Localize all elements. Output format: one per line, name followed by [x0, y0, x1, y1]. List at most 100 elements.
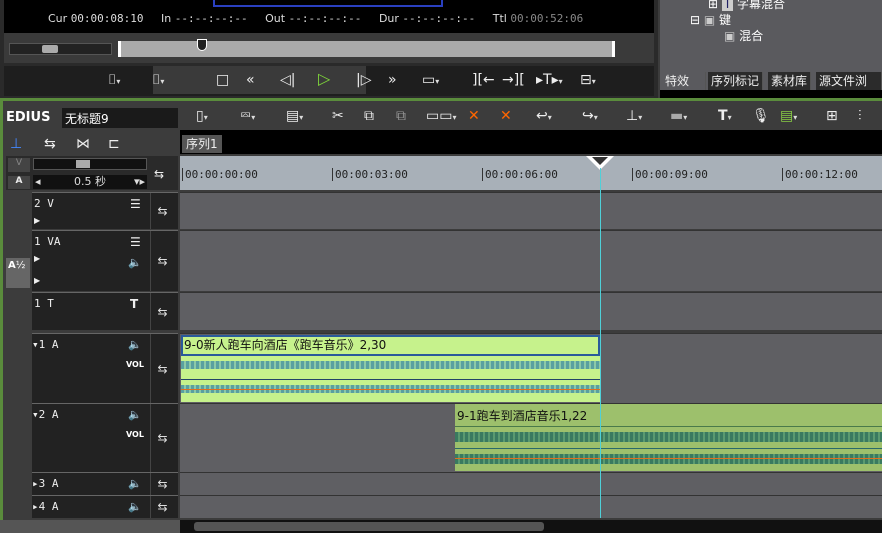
tab-sequence-markers[interactable]: 序列标记	[708, 72, 764, 90]
track-sync-icon[interactable]: ⇆	[154, 166, 164, 182]
horizontal-scrollbar[interactable]	[180, 520, 882, 533]
save-icon[interactable]: ▤▾	[286, 108, 303, 126]
timeline-ruler[interactable]: 00:00:00:00 00:00:03:00 00:00:06:00 00:00:0…	[180, 156, 882, 190]
volume-line[interactable]	[455, 458, 882, 459]
volume-line[interactable]	[181, 389, 600, 390]
track-header[interactable]: ▸4 A 🔈 ⇆	[32, 495, 178, 518]
track-lane[interactable]	[180, 472, 882, 495]
mixer-mode-icon[interactable]: ⋈	[76, 136, 90, 152]
rewind-icon[interactable]: «	[246, 72, 255, 88]
insert-icon[interactable]: ][←	[472, 72, 495, 88]
zoom-slider[interactable]	[33, 158, 147, 170]
track-sync-icon[interactable]: ⇆	[150, 231, 174, 291]
video-icon[interactable]: ☰	[130, 196, 141, 212]
track-lane[interactable]	[180, 292, 882, 330]
track-header[interactable]: ▾2 A 🔈 VOL ⇆	[32, 403, 178, 472]
stop-icon[interactable]: □	[216, 72, 229, 88]
audio-patch-icon: A	[8, 176, 30, 189]
expand-icon[interactable]: ▶	[34, 213, 40, 229]
speaker-icon[interactable]: 🔈	[128, 255, 142, 271]
track-lane[interactable]	[180, 230, 882, 291]
sync-mode-icon[interactable]: ⊥	[10, 136, 22, 152]
fast-forward-icon[interactable]: »	[388, 72, 397, 88]
speaker-icon[interactable]: 🔈	[128, 499, 142, 515]
replace-icon[interactable]: ▭▭▾	[426, 108, 456, 126]
ruler-label: 00:00:09:00	[632, 168, 708, 181]
shuttle-slider[interactable]	[9, 43, 112, 55]
tab-sequence[interactable]: 序列1	[182, 135, 222, 153]
track-header[interactable]: ▸3 A 🔈 ⇆	[32, 472, 178, 495]
tab-effects[interactable]: 特效	[662, 72, 706, 90]
track-header[interactable]: 1 T T ⇆	[32, 292, 178, 330]
track-sync-icon[interactable]: ⇆	[150, 473, 174, 495]
step-back-icon[interactable]: ◁|	[280, 72, 295, 88]
new-sequence-icon[interactable]: ▯▾	[196, 108, 208, 126]
project-title-field[interactable]: 无标题9	[62, 108, 178, 128]
step-forward-icon[interactable]: |▷	[356, 72, 371, 88]
effects-panel: ⊞ T 字幕混合 ⊟ ▣ 键 ▣ 混合 特效 序列标记 素材库 源文件浏览	[660, 0, 882, 98]
speaker-icon[interactable]: 🔈	[128, 337, 142, 353]
audio-patch-a12[interactable]: A½	[6, 258, 30, 288]
play-icon[interactable]: ▷	[318, 71, 330, 87]
ripple-mode-icon[interactable]: ⇆	[44, 136, 56, 152]
scrub-bar[interactable]	[118, 41, 615, 57]
vol-label[interactable]: VOL	[126, 430, 144, 439]
ruler-label: 00:00:03:00	[332, 168, 408, 181]
track-sync-icon[interactable]: ⇆	[150, 334, 174, 403]
track-sync-icon[interactable]: ⇆	[150, 293, 174, 330]
scrub-handle[interactable]	[197, 39, 207, 51]
video-patch-icon: V	[8, 158, 30, 172]
split-icon[interactable]: ▸T▸▾	[536, 72, 563, 90]
zoom-level-select[interactable]: ◂ 0.5 秒 ▾▸	[33, 175, 147, 189]
folder-icon: ▣	[724, 29, 736, 43]
marker-icon[interactable]: ⊥▾	[626, 108, 642, 126]
speaker-icon[interactable]: 🔈	[128, 407, 142, 423]
mixer-icon[interactable]: ⫶	[858, 108, 862, 124]
render-icon[interactable]: ▤▾	[780, 108, 797, 126]
track-lane[interactable]	[180, 495, 882, 518]
folder-icon: ▣	[703, 13, 716, 27]
waveform	[181, 361, 600, 369]
tree-item[interactable]: ⊟ ▣ 键	[690, 11, 731, 28]
track-name: 2 V	[34, 197, 54, 210]
title-icon[interactable]: T▾	[718, 108, 732, 126]
track-header[interactable]: 2 V ☰ ▶ ⇆	[32, 192, 178, 229]
set-in-icon[interactable]: ⌷▾	[108, 72, 120, 90]
set-out-icon[interactable]: ⌷▾	[152, 72, 164, 90]
microphone-icon[interactable]: 🎙	[752, 108, 770, 124]
vol-label[interactable]: VOL	[126, 360, 144, 369]
track-sync-icon[interactable]: ⇆	[150, 404, 174, 472]
expand-icon[interactable]: ▶	[34, 273, 40, 289]
redo-icon[interactable]: ↪▾	[582, 108, 598, 126]
tree-item[interactable]: ▣ 混合	[724, 27, 763, 44]
track-header[interactable]: 1 VA ☰ ▶ ▶ 🔈 ⇆	[32, 230, 178, 291]
track-name: ▸3 A	[32, 477, 59, 490]
audio-clip[interactable]: 9-1跑车到酒店音乐1,22	[455, 404, 882, 471]
video-icon[interactable]: ☰	[130, 234, 141, 250]
loop-icon[interactable]: ▭▾	[422, 72, 439, 90]
tab-source-browser[interactable]: 源文件浏览	[816, 72, 882, 90]
open-icon[interactable]: ⮹▾	[240, 108, 255, 126]
cut-icon[interactable]: ✂	[332, 108, 344, 124]
export-icon[interactable]: ⊟▾	[580, 72, 596, 90]
audio-clip[interactable]: 9-0新人跑车向酒店《跑车音乐》2,30	[181, 335, 600, 402]
delete-icon[interactable]: ✕	[468, 108, 480, 124]
overwrite-icon[interactable]: →][	[502, 72, 525, 88]
track-sync-icon[interactable]: ⇆	[150, 496, 174, 518]
snap-icon[interactable]: ⊏	[108, 136, 120, 152]
paste-icon[interactable]: ⧉	[396, 108, 406, 124]
track-lane[interactable]	[180, 192, 882, 229]
clip-title: 9-1跑车到酒店音乐1,22	[457, 409, 588, 423]
playhead-line	[600, 168, 601, 518]
tab-bin[interactable]: 素材库	[768, 72, 812, 90]
expand-icon[interactable]: ▶	[34, 251, 40, 267]
track-header[interactable]: ▾1 A 🔈 VOL ⇆	[32, 333, 178, 403]
grid-icon[interactable]: ⊞	[826, 108, 838, 124]
speaker-icon[interactable]: 🔈	[128, 476, 142, 492]
timeline-toolbar: ▯▾ ⮹▾ ▤▾ ✂ ⧉ ⧉ ▭▭▾ ✕ ✕ ↩▾ ↪▾ ⊥▾ ▬▾ T▾ 🎙 …	[196, 108, 882, 128]
transition-icon[interactable]: ▬▾	[670, 108, 687, 126]
track-sync-icon[interactable]: ⇆	[150, 193, 174, 229]
ripple-delete-icon[interactable]: ✕	[500, 108, 512, 124]
copy-icon[interactable]: ⧉	[364, 108, 374, 124]
undo-icon[interactable]: ↩▾	[536, 108, 552, 126]
